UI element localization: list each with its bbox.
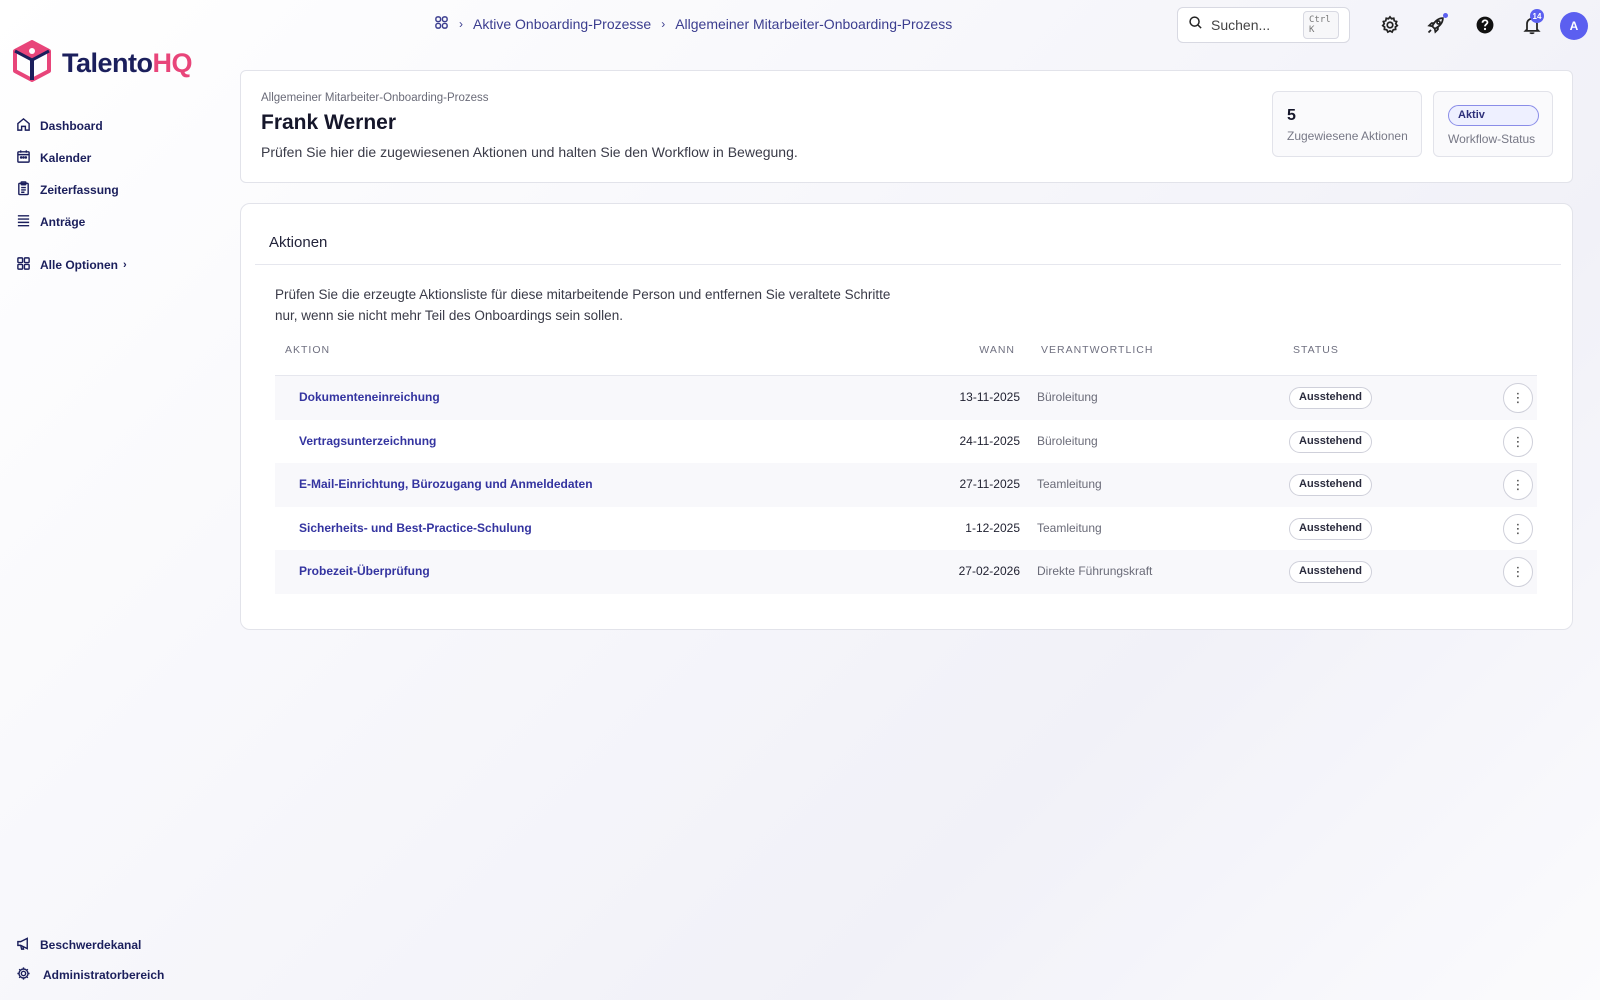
chevron-right-icon: › [459,17,463,31]
action-responsible: Büroleitung [1037,433,1098,448]
workflow-status-label: Workflow-Status [1448,132,1536,146]
table-row: E-Mail-Einrichtung, Bürozugang und Anmel… [275,463,1537,507]
sidebar-item-label: Zeiterfassung [40,183,119,197]
chevron-right-icon: › [123,259,127,271]
column-header-status: STATUS [1293,344,1339,356]
status-badge: Ausstehend [1289,474,1372,496]
action-link[interactable]: Sicherheits- und Best-Practice-Schulung [299,521,532,535]
rocket-notification-dot [1443,13,1448,18]
column-header-when: WANN [979,344,1015,356]
process-header-card: Allgemeiner Mitarbeiter-Onboarding-Proze… [240,70,1573,183]
sidebar-item-label: Alle Optionen [40,258,118,272]
kebab-menu-icon: ⋮ [1511,390,1525,405]
search-shortcut: Ctrl K [1303,11,1339,39]
sidebar-item-administratorbereich[interactable]: Administratorbereich [16,960,164,990]
list-icon [16,213,31,231]
assigned-actions-stat: 5 Zugewiesene Aktionen [1272,91,1422,157]
actions-table: AKTION WANN VERANTWORTLICH STATUS Dokume… [275,344,1537,594]
sidebar: TalentoHQ Dashboard Kalender Zeiterfassu… [0,0,230,1000]
status-badge: Ausstehend [1289,430,1372,453]
breadcrumb: › Aktive Onboarding-Prozesse › Allgemein… [434,14,952,34]
divider [255,264,1561,265]
table-header: AKTION WANN VERANTWORTLICH STATUS [275,344,1537,376]
assigned-actions-count: 5 [1287,107,1296,124]
action-date: 1-12-2025 [965,520,1020,535]
action-responsible: Teamleitung [1037,477,1102,491]
gear-icon [16,966,31,984]
page-title: Frank Werner [261,111,396,134]
megaphone-icon [16,936,31,954]
more-options-button[interactable]: ⋮ [1503,513,1533,544]
table-row: Vertragsunterzeichnung 24-11-2025 Bürole… [275,420,1537,464]
sidebar-item-label: Dashboard [40,119,103,133]
action-link[interactable]: Probezeit-Überprüfung [299,564,430,578]
action-responsible: Direkte Führungskraft [1037,564,1153,578]
more-options-button[interactable]: ⋮ [1503,426,1533,457]
search-icon [1188,15,1203,35]
actions-card: Aktionen Prüfen Sie die erzeugte Aktions… [240,203,1573,630]
notification-badge: 14 [1530,9,1544,23]
avatar[interactable]: A [1560,12,1588,40]
more-options-button[interactable]: ⋮ [1503,470,1533,500]
action-responsible: Büroleitung [1037,390,1098,404]
page-description: Prüfen Sie hier die zugewiesenen Aktione… [261,144,798,160]
sidebar-item-antraege[interactable]: Anträge [16,206,127,238]
sidebar-item-dashboard[interactable]: Dashboard [16,110,127,142]
status-badge: Ausstehend [1289,561,1372,583]
workflow-status-stat: Aktiv Workflow-Status [1433,91,1553,157]
breadcrumb-item[interactable]: Allgemeiner Mitarbeiter-Onboarding-Proze… [675,16,952,32]
action-date: 27-02-2026 [958,564,1020,578]
table-row: Probezeit-Überprüfung 27-02-2026 Direkte… [275,550,1537,594]
process-name: Allgemeiner Mitarbeiter-Onboarding-Proze… [261,92,489,104]
home-icon [16,117,31,135]
chevron-right-icon: › [661,17,666,31]
more-options-button[interactable]: ⋮ [1503,557,1533,587]
more-options-button[interactable]: ⋮ [1503,383,1533,413]
logo-cube-icon [12,40,52,87]
sidebar-bottom: Beschwerdekanal Administratorbereich [16,930,164,990]
kebab-menu-icon: ⋮ [1511,477,1525,492]
column-header-responsible: VERANTWORTLICH [1041,344,1154,356]
kebab-menu-icon: ⋮ [1511,433,1525,449]
sidebar-nav: Dashboard Kalender Zeiterfassung Anträge… [16,110,127,281]
sidebar-item-label: Kalender [40,151,92,165]
action-date: 27-11-2025 [959,477,1021,491]
actions-title: Aktionen [269,234,328,251]
kebab-menu-icon: ⋮ [1511,564,1525,579]
table-body: Dokumenteneinreichung 13-11-2025 Bürolei… [275,376,1537,594]
search-box[interactable]: Ctrl K [1177,7,1350,43]
action-link[interactable]: Vertragsunterzeichnung [299,434,436,448]
status-badge: Ausstehend [1289,387,1372,409]
table-row: Sicherheits- und Best-Practice-Schulung … [275,507,1537,551]
logo[interactable]: TalentoHQ [12,40,192,87]
search-input[interactable] [1211,17,1295,33]
status-badge: Ausstehend [1289,517,1372,540]
table-row: Dokumenteneinreichung 13-11-2025 Bürolei… [275,376,1537,420]
sidebar-item-label: Administratorbereich [43,968,165,982]
breadcrumb-item[interactable]: Aktive Onboarding-Prozesse [473,16,651,32]
status-badge: Aktiv [1448,105,1539,126]
kebab-menu-icon: ⋮ [1511,520,1525,536]
action-link[interactable]: E-Mail-Einrichtung, Bürozugang und Anmel… [299,477,593,491]
sidebar-item-label: Anträge [40,215,86,229]
assigned-actions-label: Zugewiesene Aktionen [1287,129,1408,143]
sidebar-item-alle-optionen[interactable]: Alle Optionen › [16,249,127,281]
sidebar-item-label: Beschwerdekanal [40,938,142,952]
sidebar-item-kalender[interactable]: Kalender [16,142,127,174]
sidebar-item-beschwerdekanal[interactable]: Beschwerdekanal [16,930,164,960]
sidebar-item-zeiterfassung[interactable]: Zeiterfassung [16,174,127,206]
action-date: 24-11-2025 [959,433,1021,448]
apps-grid-icon[interactable] [434,15,449,33]
settings-gear-icon[interactable] [1379,14,1401,36]
logo-text: TalentoHQ [62,48,192,78]
column-header-action: AKTION [285,344,331,356]
clipboard-icon [16,181,31,199]
action-date: 13-11-2025 [959,390,1021,404]
calendar-icon [16,149,31,167]
help-icon[interactable] [1474,14,1496,36]
actions-description: Prüfen Sie die erzeugte Aktionsliste für… [275,287,891,323]
action-responsible: Teamleitung [1037,520,1102,535]
action-link[interactable]: Dokumenteneinreichung [299,390,440,404]
grid-icon [16,256,31,274]
